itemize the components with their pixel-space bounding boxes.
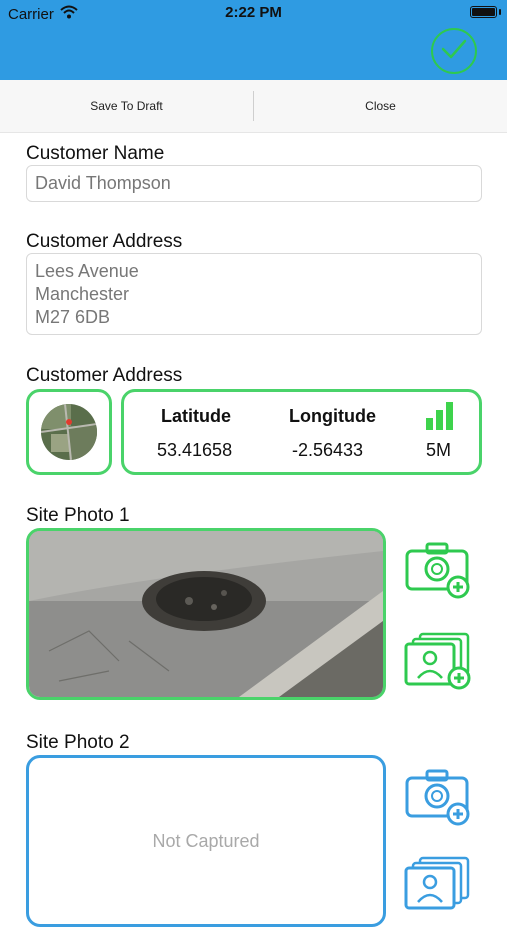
close-button[interactable]: Close: [254, 80, 507, 132]
accuracy-value: 5M: [426, 440, 452, 460]
site-photo-1-image[interactable]: [26, 528, 386, 700]
checkmark-icon: [441, 38, 467, 65]
site-photo-1-camera-button[interactable]: [404, 541, 474, 601]
site-photo-1-gallery-button[interactable]: [404, 628, 474, 690]
toolbar: Save To Draft Close: [0, 80, 507, 133]
site-photo-1-label: Site Photo 1: [26, 505, 130, 526]
customer-name-label: Customer Name: [26, 143, 165, 164]
site-photo-2-label: Site Photo 2: [26, 732, 130, 753]
customer-name-value: David Thompson: [35, 173, 171, 193]
map-button[interactable]: [26, 389, 112, 475]
longitude-label: Longitude: [289, 406, 376, 426]
camera-add-icon: [404, 542, 474, 605]
address-line-1: Lees Avenue: [35, 261, 139, 281]
site-photo-2-gallery-button[interactable]: [404, 852, 474, 912]
latitude-value: 53.41658: [157, 440, 233, 460]
customer-address-textarea[interactable]: Lees Avenue Manchester M27 6DB: [26, 253, 482, 335]
site-photo-2-placeholder[interactable]: Not Captured: [26, 755, 386, 927]
gallery-add-icon: [404, 632, 474, 694]
latitude-label: Latitude: [161, 406, 231, 426]
header-bar: Carrier 2:22 PM: [0, 0, 507, 80]
location-label: Customer Address: [26, 365, 183, 386]
address-line-2: Manchester: [35, 284, 130, 304]
status-time: 2:22 PM: [225, 4, 282, 21]
camera-add-icon: [404, 769, 474, 832]
pothole-photo: [29, 531, 383, 697]
map-icon: [41, 404, 97, 460]
customer-name-input[interactable]: David Thompson: [26, 165, 482, 202]
gps-panel: Latitude Longitude 53.41658 -2.56433 5M: [121, 389, 482, 475]
site-photo-2-camera-button[interactable]: [404, 768, 474, 828]
signal-bars-icon: [426, 402, 454, 435]
not-captured-text: Not Captured: [152, 830, 260, 851]
longitude-value: -2.56433: [292, 440, 364, 460]
battery-icon: [470, 6, 497, 18]
battery-tip: [499, 9, 501, 15]
save-to-draft-button[interactable]: Save To Draft: [0, 80, 253, 132]
confirm-button[interactable]: [431, 28, 477, 74]
customer-address-label: Customer Address: [26, 231, 183, 252]
gallery-add-icon: [404, 856, 474, 918]
address-line-3: M27 6DB: [35, 307, 111, 327]
